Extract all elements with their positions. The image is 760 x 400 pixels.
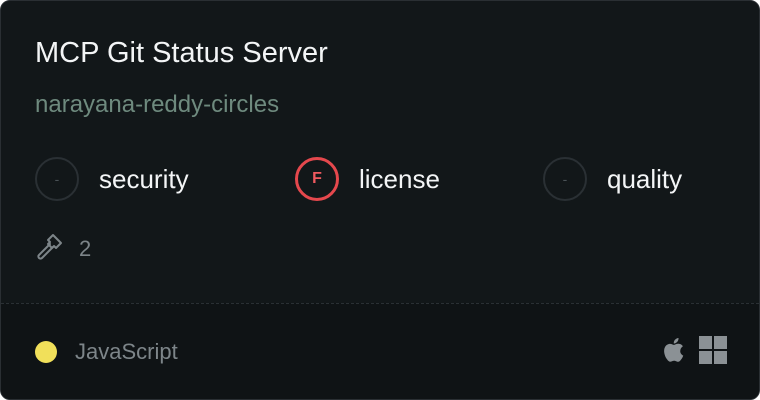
security-grade-badge: - bbox=[35, 157, 79, 201]
score-license: F license bbox=[295, 155, 440, 203]
apple-icon bbox=[659, 336, 685, 369]
windows-icon bbox=[699, 335, 727, 369]
quality-grade-badge: - bbox=[543, 157, 587, 201]
platform-list bbox=[659, 335, 727, 369]
language-name: JavaScript bbox=[75, 339, 178, 364]
quality-label: quality bbox=[607, 163, 683, 194]
security-label: security bbox=[99, 163, 189, 194]
server-title[interactable]: MCP Git Status Server bbox=[35, 35, 328, 71]
server-owner[interactable]: narayana-reddy-circles bbox=[35, 89, 279, 121]
score-security: - security bbox=[35, 155, 189, 203]
hammer-icon bbox=[35, 233, 63, 266]
license-label: license bbox=[359, 163, 440, 194]
server-card[interactable]: MCP Git Status Server narayana-reddy-cir… bbox=[0, 0, 760, 400]
tools-count: 2 bbox=[35, 233, 91, 265]
card-footer: JavaScript bbox=[1, 303, 759, 399]
license-grade-badge: F bbox=[295, 157, 339, 201]
language-color-dot bbox=[35, 341, 57, 363]
score-quality: - quality bbox=[543, 155, 682, 203]
tools-count-value: 2 bbox=[79, 236, 92, 261]
